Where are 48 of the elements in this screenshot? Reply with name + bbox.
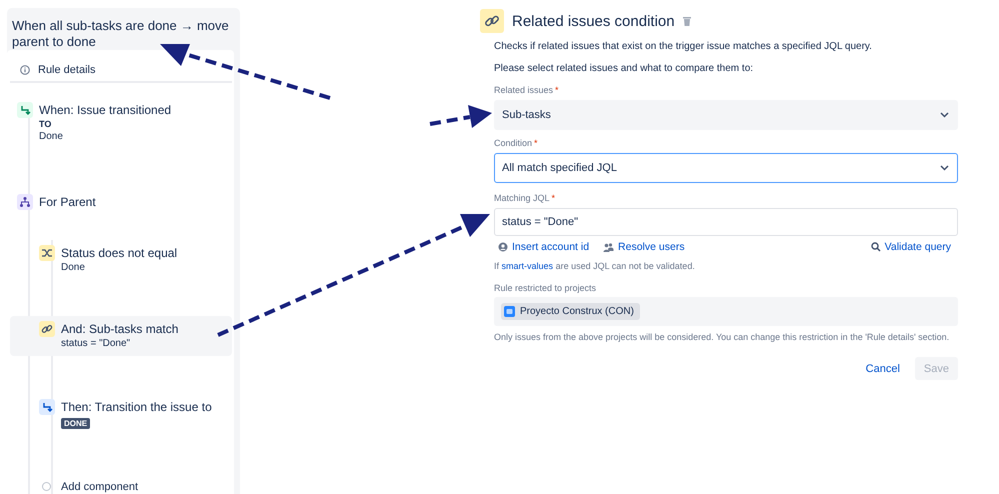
field-label: Condition * (494, 137, 539, 149)
rule-title: When all sub-tasks are done → move parent to done (11, 17, 230, 50)
annotation-arrow (430, 105, 492, 128)
step-detail: status = "Done" (61, 337, 132, 351)
condition-title: Related issues condition (512, 12, 675, 30)
step-title: And: Sub-tasks match (61, 321, 178, 337)
hierarchy-icon (17, 194, 33, 210)
step-title: For Parent (39, 194, 96, 210)
user-circle-icon (498, 242, 508, 252)
people-icon (603, 242, 614, 252)
description-text: Checks if related issues that exist on the trigger issue matches a specified JQL query. (494, 40, 873, 53)
step-title: Status does not equal (61, 245, 178, 261)
trash-icon[interactable] (682, 16, 691, 26)
status-lozenge: DONE (61, 418, 90, 429)
input-field[interactable]: status = "Done" (494, 208, 958, 236)
select-field[interactable]: All match specified JQL (494, 153, 958, 183)
prompt-text: Please select related issues and what to compare them to: (494, 62, 754, 75)
smart-values-link[interactable]: smart-values (502, 261, 554, 271)
shuffle-icon (39, 245, 55, 261)
select-field[interactable]: Sub-tasks (494, 100, 958, 130)
jql-link[interactable]: Insert account id (498, 241, 590, 253)
projects-note: Only issues from the above projects will be considered. You can change this restriction in the 'Rule details' section. (494, 331, 950, 344)
link-icon (480, 9, 504, 33)
step-detail: Done (61, 261, 86, 275)
chevron-down-icon (940, 112, 949, 118)
jql-link[interactable]: Resolve users (603, 241, 685, 253)
rule-details-link[interactable]: Rule details (38, 64, 96, 76)
add-component-link[interactable]: Add component (61, 479, 138, 494)
chevron-down-icon (940, 165, 949, 171)
step-detail: Done (39, 130, 64, 144)
jql-link[interactable]: Validate query (870, 241, 951, 253)
info-icon (20, 65, 30, 75)
trigger-icon (17, 102, 33, 118)
project-icon (504, 306, 515, 317)
add-dot-icon (42, 482, 51, 491)
selected-step[interactable]: And: Sub-tasks match status = "Done" (10, 316, 232, 356)
project-chip: Proyecto Construx (CON) (501, 303, 640, 320)
projects-label: Rule restricted to projects (494, 282, 598, 294)
hint-text: If smart-values are used JQL can not be validated. (494, 260, 696, 273)
transition-icon (39, 399, 55, 415)
search-icon (870, 242, 881, 252)
step-title: Then: Transition the issue to (61, 399, 212, 415)
link-icon (39, 321, 55, 337)
step-title: When: Issue transitioned (39, 102, 172, 118)
cancel-button[interactable]: Cancel (856, 357, 909, 380)
step-sub-label: TO (39, 118, 52, 130)
field-label: Related issues * (494, 84, 560, 96)
field-label: Matching JQL * (494, 192, 556, 204)
